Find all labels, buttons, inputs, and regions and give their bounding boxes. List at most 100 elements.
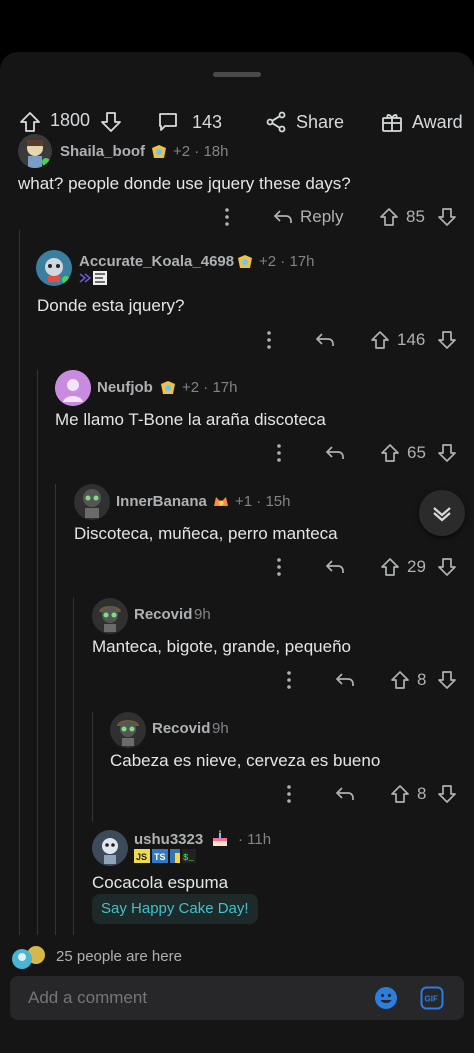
award-icon [152,145,166,159]
upvote-icon [391,671,409,689]
username[interactable]: Shaila_boof [60,143,145,160]
more-button[interactable] [268,552,290,582]
comment-body: what? people donde use jquery these days… [18,174,351,193]
svg-text:TS: TS [154,852,166,862]
more-button[interactable] [278,665,300,695]
drag-handle[interactable] [213,72,261,77]
avatar[interactable] [55,370,91,406]
more-icon [225,208,229,226]
username[interactable]: InnerBanana [116,493,207,510]
award-label: Award [412,111,463,132]
upvote-button[interactable] [389,665,411,695]
comment-composer[interactable]: GIF [10,976,464,1020]
comment-actions: 65 [0,438,474,468]
upvote-icon [381,558,399,576]
username[interactable]: Recovid [152,720,210,737]
more-button[interactable] [268,438,290,468]
avatar[interactable] [92,830,128,866]
more-icon [277,558,281,576]
comment-count: 143 [192,111,223,132]
vote-count: 8 [417,784,427,803]
vote-count: 8 [417,670,427,689]
svg-text:$_: $_ [183,853,194,863]
upvote-icon [371,331,389,349]
user-flair [79,271,109,285]
svg-text:JS: JS [136,852,147,862]
more-button[interactable] [278,779,300,809]
cake-day-button[interactable]: Say Happy Cake Day! [92,894,258,924]
downvote-button[interactable] [436,665,458,695]
svg-text:GIF: GIF [425,995,438,1004]
reply-button[interactable] [314,325,336,355]
reply-button[interactable] [324,552,346,582]
reply-button[interactable] [324,438,346,468]
downvote-button[interactable] [99,110,123,134]
downvote-button[interactable] [436,438,458,468]
comment-body: Cocacola espuma [92,873,229,892]
comment-actions: 8 [0,665,474,695]
reply-button[interactable] [334,665,356,695]
downvote-icon [438,671,456,689]
presence-text: 25 people are here [56,948,182,965]
comment-body: Me llamo T-Bone la araña discoteca [55,410,326,429]
user-flair: JS TS $_ [134,848,196,864]
more-button[interactable] [258,325,280,355]
share-icon [266,111,286,133]
reply-icon [273,210,292,223]
upvote-button[interactable] [18,110,42,134]
upvote-button[interactable] [379,552,401,582]
vote-count: 85 [406,207,425,226]
chevron-down-icon [433,507,451,522]
avatar[interactable] [36,250,72,286]
award-icon [382,114,402,132]
upvote-button[interactable] [378,202,400,232]
username[interactable]: Recovid [134,606,192,623]
more-icon [287,671,291,689]
gif-icon: GIF [420,986,444,1010]
username[interactable]: ushu3323 [134,831,203,848]
next-comment-button[interactable] [419,490,465,536]
reply-button[interactable] [334,779,356,809]
downvote-button[interactable] [436,552,458,582]
post-action-bar: 1800 143 Share Award [0,100,474,144]
comment-time: · 11h [238,831,272,848]
comments-button[interactable]: 143 [156,110,222,134]
upvote-button[interactable] [369,325,391,355]
downvote-icon [438,444,456,462]
avatar[interactable] [92,598,128,634]
username[interactable]: Neufjob [97,379,153,396]
username[interactable]: Accurate_Koala_4698 [79,253,234,270]
upvote-icon [380,208,398,226]
vote-count: 1800 [50,110,91,130]
emoji-button[interactable] [374,986,398,1010]
downvote-icon [438,331,456,349]
upvote-button[interactable] [379,438,401,468]
thread-line[interactable] [73,598,74,935]
award-button[interactable]: Award [380,110,463,134]
avatar[interactable] [18,134,52,168]
downvote-button[interactable] [436,325,458,355]
comment-actions: 8 [0,779,474,809]
more-button[interactable] [216,202,238,232]
cake-icon [210,829,230,847]
comment-body: Manteca, bigote, grande, pequeño [92,637,351,656]
reply-button[interactable]: Reply [272,202,343,232]
downvote-button[interactable] [436,202,458,232]
avatar[interactable] [74,484,110,520]
comment-body: Cabeza es nieve, cerveza es bueno [110,751,381,770]
upvote-button[interactable] [389,779,411,809]
comment-meta: +2 · 18h [150,143,228,160]
emoji-icon [375,987,397,1009]
upvote-icon [391,785,409,803]
gif-button[interactable]: GIF [420,986,444,1010]
more-icon [267,331,271,349]
award-icon [214,497,228,507]
avatar[interactable] [110,712,146,748]
comment-input[interactable] [28,988,328,1008]
share-button[interactable]: Share [264,110,344,134]
comment-time: 9h [194,606,211,623]
more-icon [277,444,281,462]
downvote-button[interactable] [436,779,458,809]
reply-icon [315,333,334,346]
downvote-icon [438,558,456,576]
